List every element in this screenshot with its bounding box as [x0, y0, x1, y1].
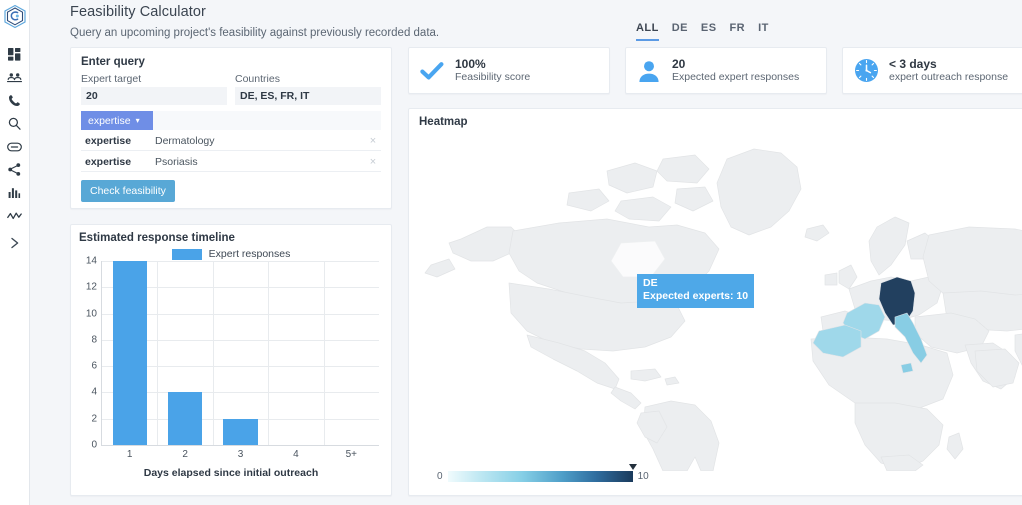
remove-criteria-icon[interactable]: × — [365, 156, 381, 168]
legend-swatch-expert-responses — [171, 248, 202, 260]
expert-target-input[interactable] — [81, 87, 227, 105]
y-axis-tick: 4 — [91, 386, 97, 398]
countries-input[interactable] — [235, 87, 381, 105]
plot-area: 0 2 4 6 8 10 12 14 1 2 3 4 5+ — [86, 256, 379, 460]
expand-sidebar-icon[interactable] — [2, 231, 28, 254]
criteria-value: Dermatology — [155, 134, 215, 147]
x-axis-tick: 2 — [182, 449, 188, 460]
y-axis-tick: 14 — [85, 255, 97, 267]
x-axis-tick: 5+ — [345, 449, 357, 460]
tab-it[interactable]: IT — [758, 22, 769, 41]
enter-query-panel: Enter query Expert target Countries expe… — [70, 47, 392, 209]
tab-all[interactable]: ALL — [636, 22, 659, 41]
kpi-label: Feasibility score — [455, 71, 531, 84]
kpi-cards: 100% Feasibility score 20 Expected exper… — [408, 47, 1022, 94]
query-panel-title: Enter query — [81, 56, 145, 68]
legend-gradient-bar — [447, 464, 637, 482]
y-axis-tick: 12 — [85, 281, 97, 293]
tab-fr[interactable]: FR — [730, 22, 746, 41]
countries-label: Countries — [235, 73, 280, 85]
tab-es[interactable]: ES — [701, 22, 717, 41]
gridline-vertical — [323, 261, 325, 445]
world-map[interactable]: DE Expected experts: 10 — [409, 131, 1022, 471]
legend-max-value: 10 — [637, 471, 649, 482]
y-axis-tick: 0 — [91, 439, 97, 451]
x-axis-tick: 4 — [293, 449, 299, 460]
expert-target-label: Expert target — [81, 73, 142, 85]
filter-value-input[interactable] — [153, 111, 381, 130]
link-icon[interactable] — [2, 135, 28, 158]
chevron-down-icon: ▾ — [135, 115, 140, 125]
share-icon[interactable] — [2, 158, 28, 181]
filter-type-row: expertise ▾ — [81, 111, 381, 130]
gridline-vertical — [268, 261, 270, 445]
check-feasibility-button[interactable]: Check feasibility — [81, 180, 175, 202]
country-tabs: ALL DE ES FR IT — [636, 22, 769, 41]
kpi-value: 100% — [455, 57, 486, 72]
company-hex-logo[interactable] — [2, 3, 28, 29]
legend-label-expert-responses: Expert responses — [208, 248, 291, 260]
heatmap-panel: Heatmap DE Expected experts: 10 0 10 — [408, 108, 1022, 496]
main-content: Feasibility Calculator Query an upcoming… — [30, 0, 1022, 505]
bar[interactable] — [112, 261, 147, 445]
page-subtitle: Query an upcoming project's feasibility … — [70, 27, 440, 39]
bar-chart: 0 2 4 6 8 10 12 14 1 2 3 4 5+ — [86, 256, 379, 460]
page-title: Feasibility Calculator — [70, 4, 206, 20]
kpi-card-feasibility-score: 100% Feasibility score — [408, 47, 610, 94]
tab-de[interactable]: DE — [672, 22, 688, 41]
feasibility-calculator-app: Feasibility Calculator Query an upcoming… — [0, 0, 1022, 505]
x-axis-title: Days elapsed since initial outreach — [143, 467, 319, 479]
phone-icon[interactable] — [2, 89, 28, 112]
criteria-row: expertise Dermatology × — [81, 131, 381, 151]
gridline-vertical — [157, 261, 159, 445]
gridline-vertical — [212, 261, 214, 445]
heatmap-legend: 0 10 — [437, 464, 649, 482]
tooltip-detail: Expected experts: 10 — [643, 290, 749, 303]
legend-marker-icon — [628, 464, 637, 470]
kpi-card-outreach-response: < 3 days expert outreach response — [842, 47, 1022, 94]
check-icon — [419, 58, 445, 84]
kpi-label: expert outreach response — [889, 71, 1009, 84]
remove-criteria-icon[interactable]: × — [365, 135, 381, 147]
tooltip-country: DE — [643, 277, 658, 289]
criteria-row: expertise Psoriasis × — [81, 152, 381, 172]
dashboard-icon[interactable] — [2, 43, 28, 66]
kpi-card-expected-responses: 20 Expected expert responses — [625, 47, 827, 94]
clock-icon — [853, 58, 879, 84]
y-axis-tick: 6 — [91, 360, 97, 372]
kpi-value: 20 — [672, 57, 686, 72]
left-sidebar — [0, 0, 30, 505]
expertise-dropdown-label: expertise — [88, 114, 131, 127]
y-axis-tick: 8 — [91, 334, 97, 346]
bar[interactable] — [223, 418, 258, 445]
estimated-response-timeline-panel: Estimated response timeline Expert respo… — [70, 224, 392, 496]
search-icon[interactable] — [2, 112, 28, 135]
y-axis-tick: 10 — [85, 308, 97, 320]
y-axis-tick: 2 — [91, 413, 97, 425]
bar-chart-icon[interactable] — [2, 181, 28, 204]
criteria-value: Psoriasis — [155, 155, 198, 168]
chart-legend: Expert responses — [79, 248, 383, 260]
map-tooltip: DE Expected experts: 10 — [637, 274, 755, 308]
person-icon — [636, 58, 662, 84]
line-chart-icon[interactable] — [2, 204, 28, 227]
kpi-value: < 3 days — [889, 57, 937, 72]
expertise-dropdown[interactable]: expertise ▾ — [81, 111, 153, 130]
criteria-key: expertise — [85, 134, 132, 147]
people-icon[interactable] — [2, 66, 28, 89]
legend-min-value: 0 — [437, 471, 443, 482]
criteria-key: expertise — [85, 155, 132, 168]
x-axis-tick: 1 — [126, 449, 133, 460]
x-axis-tick: 3 — [237, 449, 244, 460]
kpi-label: Expected expert responses — [672, 71, 800, 84]
heatmap-title: Heatmap — [419, 116, 468, 128]
chart-title: Estimated response timeline — [79, 232, 235, 244]
bar[interactable] — [167, 392, 203, 445]
